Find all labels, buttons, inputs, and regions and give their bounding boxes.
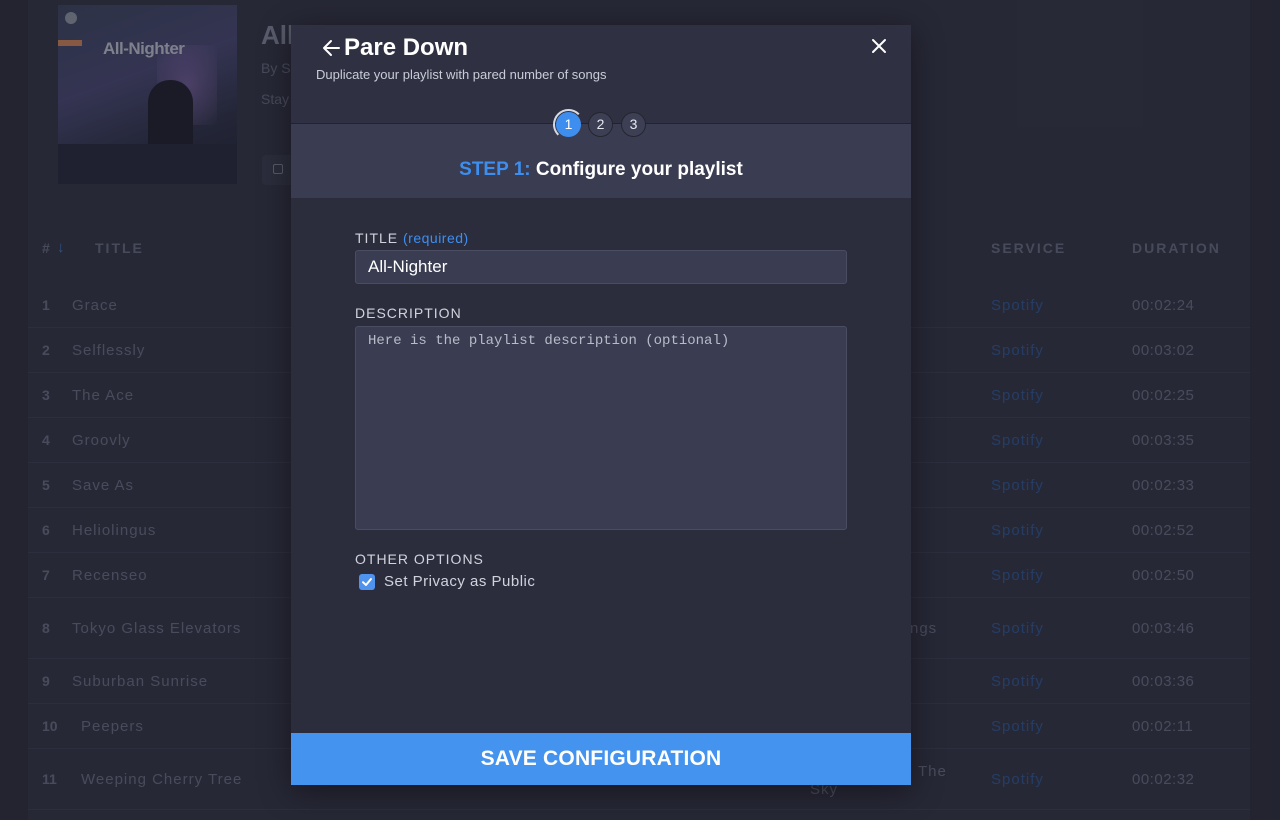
privacy-checkbox-label[interactable]: Set Privacy as Public: [384, 573, 535, 590]
step-indicator-3[interactable]: 3: [621, 112, 646, 137]
checkmark-icon: [362, 578, 372, 586]
modal-title: Pare Down: [344, 34, 469, 61]
step-title: Configure your playlist: [535, 159, 743, 180]
modal-subtitle: Duplicate your playlist with pared numbe…: [316, 67, 607, 82]
description-field-label: DESCRIPTION: [355, 305, 462, 321]
other-options-label: OTHER OPTIONS: [355, 551, 484, 567]
step-label: STEP 1:: [459, 159, 531, 180]
step-heading: STEP 1: Configure your playlist: [291, 159, 911, 181]
arrow-left-icon[interactable]: [321, 37, 343, 59]
required-indicator: (required): [403, 230, 469, 246]
step-indicator-2[interactable]: 2: [588, 112, 613, 137]
title-input[interactable]: [355, 250, 847, 284]
description-input[interactable]: [355, 326, 847, 530]
step-indicator-1[interactable]: 1: [556, 112, 581, 137]
save-configuration-button[interactable]: SAVE CONFIGURATION: [291, 733, 911, 785]
privacy-checkbox[interactable]: [359, 574, 375, 590]
modal-header: Pare Down Duplicate your playlist with p…: [291, 25, 911, 124]
title-field-label: TITLE (required): [355, 230, 469, 246]
title-label-text: TITLE: [355, 230, 399, 246]
pare-down-modal: Pare Down Duplicate your playlist with p…: [291, 25, 911, 785]
close-icon[interactable]: [869, 36, 889, 56]
